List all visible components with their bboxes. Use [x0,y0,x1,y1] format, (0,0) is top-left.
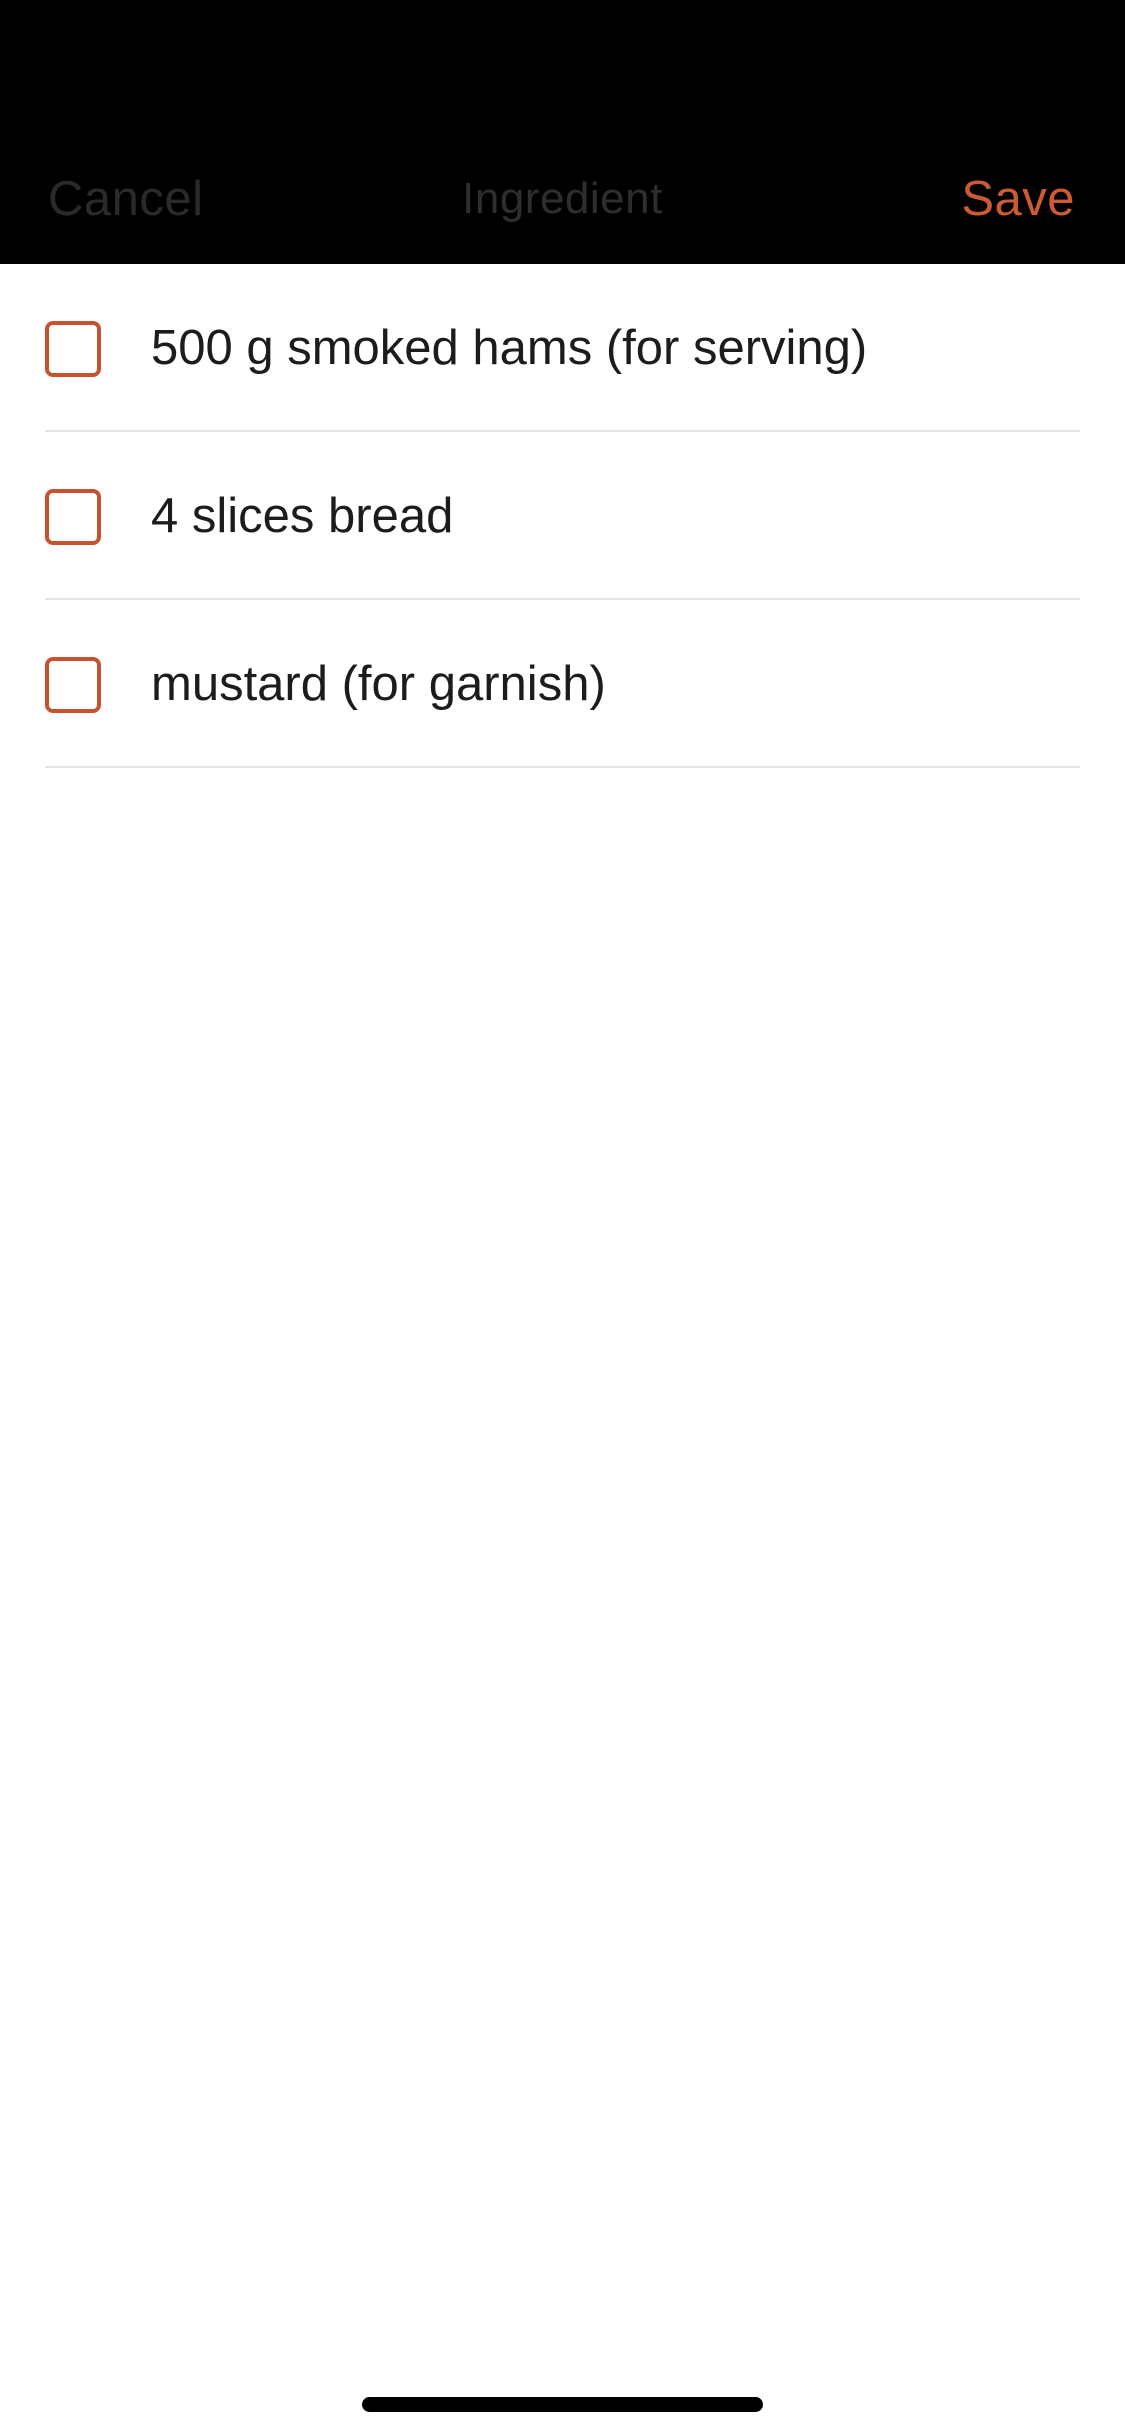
ingredient-row[interactable]: 4 slices bread [45,432,1080,600]
ingredient-label: 500 g smoked hams (for serving) [151,321,868,375]
cancel-button[interactable]: Cancel [48,166,204,232]
ingredient-row[interactable]: 500 g smoked hams (for serving) [45,264,1080,432]
ingredient-label: mustard (for garnish) [151,657,606,711]
navigation-bar: Ingredient Cancel Save [0,0,1125,264]
ingredient-row[interactable]: mustard (for garnish) [45,600,1080,768]
save-button[interactable]: Save [961,166,1075,232]
checkbox[interactable] [45,321,101,377]
home-indicator[interactable] [362,2397,763,2412]
checkbox[interactable] [45,489,101,545]
checkbox[interactable] [45,657,101,713]
ingredient-list: 500 g smoked hams (for serving) 4 slices… [0,264,1125,768]
ingredient-label: 4 slices bread [151,489,454,543]
